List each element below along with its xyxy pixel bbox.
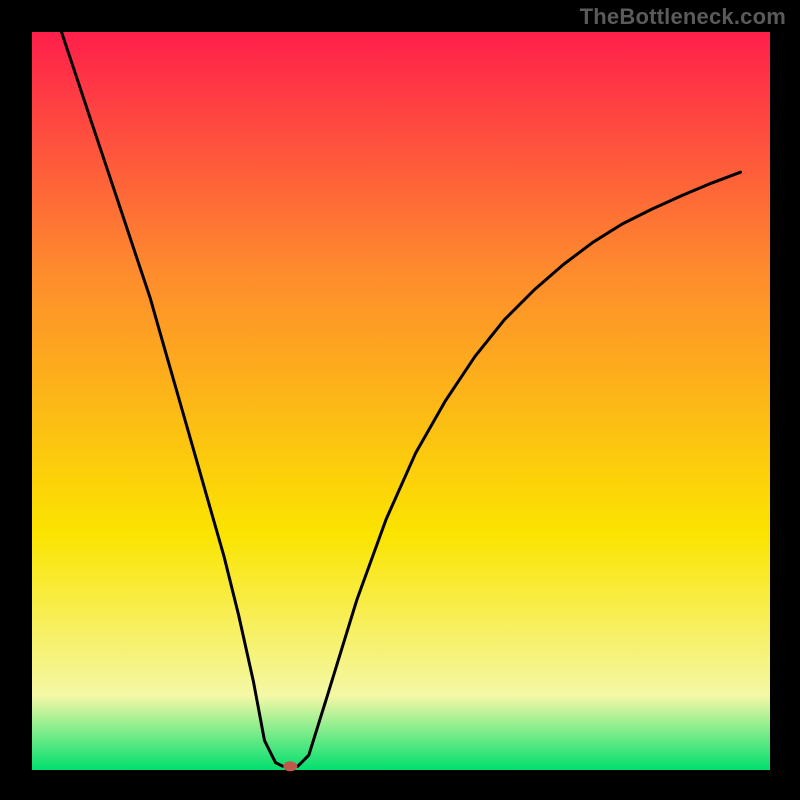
minimum-marker	[283, 761, 297, 771]
watermark-text: TheBottleneck.com	[580, 4, 786, 30]
chart-frame: TheBottleneck.com	[0, 0, 800, 800]
plot-background	[32, 32, 770, 770]
bottleneck-chart	[0, 0, 800, 800]
